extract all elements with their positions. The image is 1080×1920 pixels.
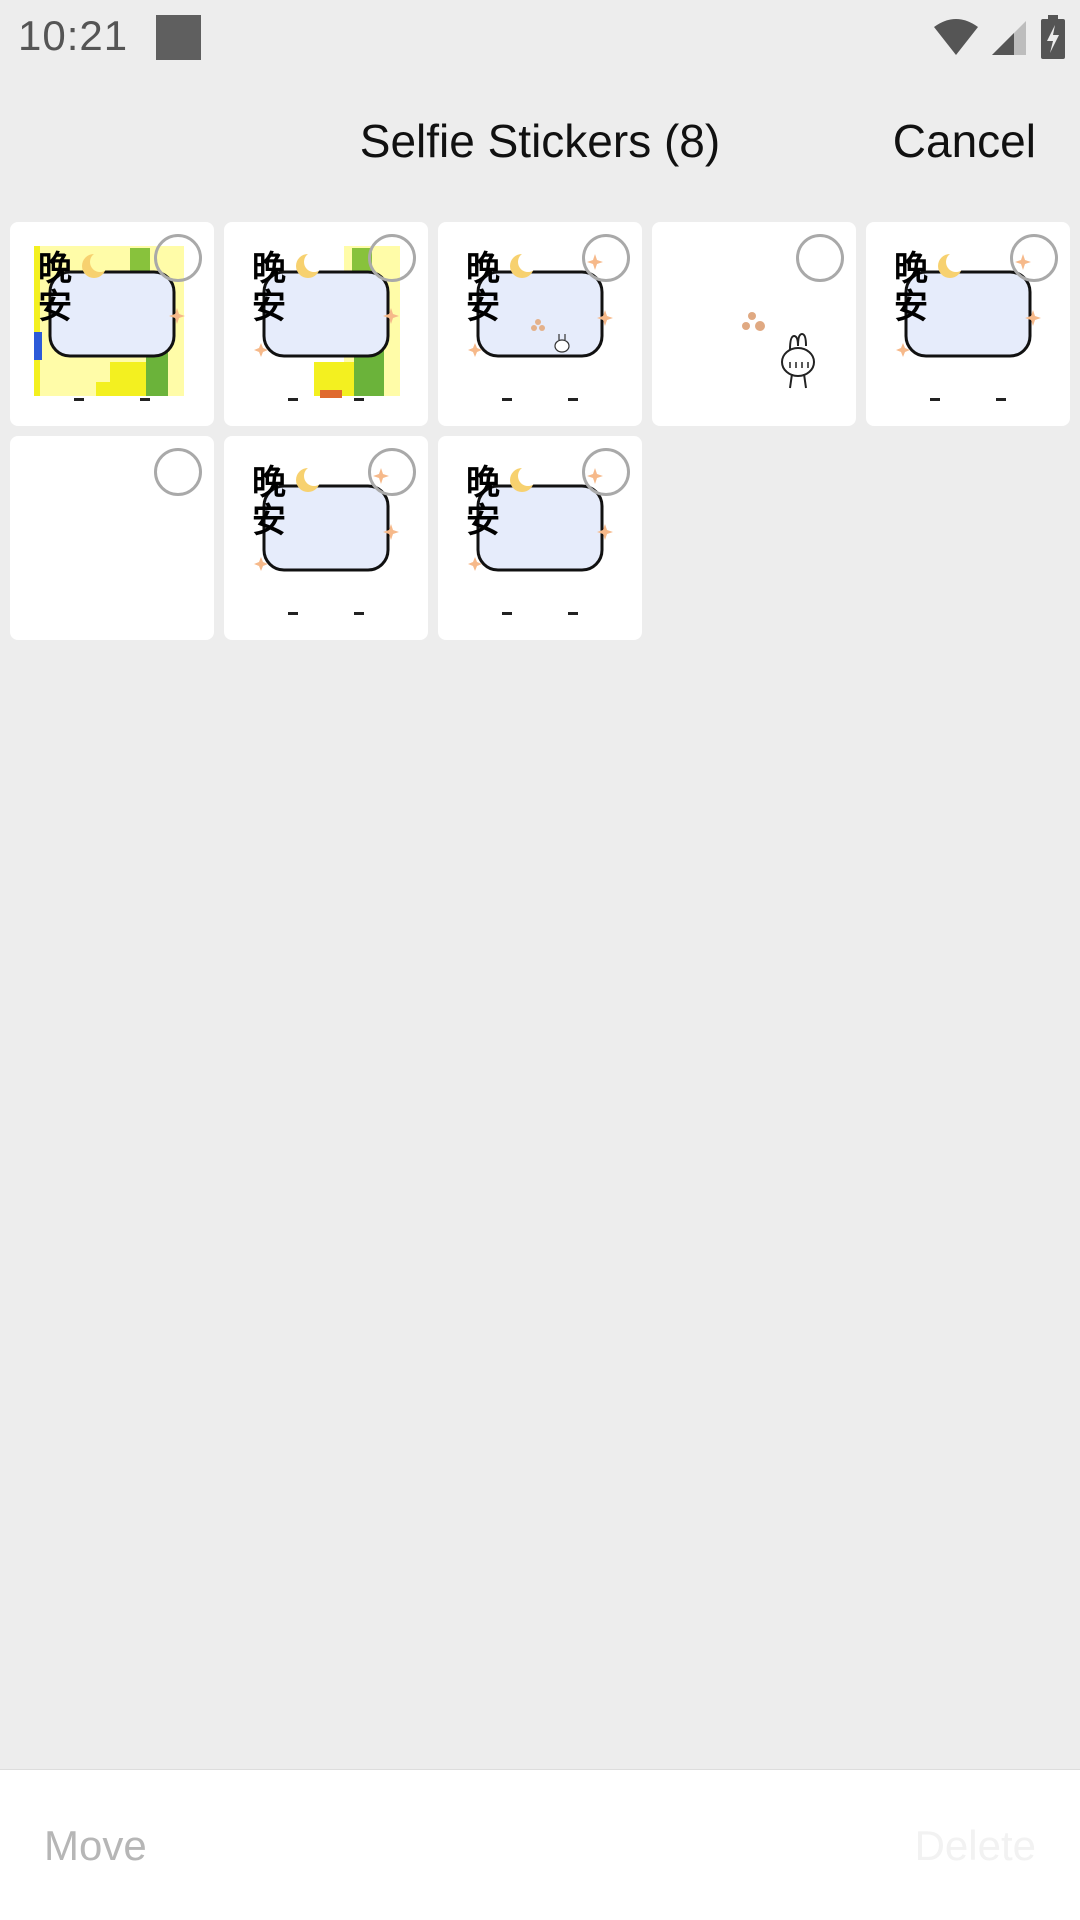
- cancel-button[interactable]: Cancel: [893, 114, 1036, 168]
- select-checkbox[interactable]: [154, 234, 202, 282]
- sticker-caption: 晚安: [466, 463, 500, 541]
- sticker-caption: 晚安: [252, 463, 286, 541]
- sticker-caption: 晚安: [466, 249, 500, 327]
- status-icons: [932, 14, 1066, 60]
- select-checkbox[interactable]: [368, 234, 416, 282]
- select-checkbox[interactable]: [582, 234, 630, 282]
- sticker-tile[interactable]: [10, 436, 214, 640]
- sticker-tile[interactable]: 晚安: [438, 222, 642, 426]
- sticker-tile[interactable]: 晚安: [224, 222, 428, 426]
- sticker-caption: 晚安: [894, 249, 928, 327]
- move-button[interactable]: Move: [44, 1822, 147, 1870]
- sticker-caption: 晚安: [38, 249, 72, 327]
- select-checkbox[interactable]: [582, 448, 630, 496]
- sticker-caption: 晚安: [252, 249, 286, 327]
- sticker-tile[interactable]: [652, 222, 856, 426]
- wifi-icon: [934, 19, 978, 55]
- sticker-manager-screen: 10:21 Selfie Stickers (8) Cancel 晚安 晚安 晚…: [0, 0, 1080, 1920]
- header: Selfie Stickers (8) Cancel: [0, 74, 1080, 210]
- status-time: 10:21: [18, 12, 129, 59]
- select-checkbox[interactable]: [154, 448, 202, 496]
- cellular-signal-icon: [992, 21, 1026, 55]
- battery-charging-icon: [1041, 15, 1065, 59]
- notification-square-icon: [156, 15, 201, 60]
- bottom-action-bar: Move Delete: [0, 1769, 1080, 1920]
- status-bar: 10:21: [0, 0, 1080, 74]
- delete-button[interactable]: Delete: [915, 1822, 1036, 1870]
- select-checkbox[interactable]: [796, 234, 844, 282]
- sticker-tile[interactable]: 晚安: [224, 436, 428, 640]
- select-checkbox[interactable]: [368, 448, 416, 496]
- sticker-grid: 晚安 晚安 晚安 晚安 晚安 晚安: [10, 222, 1070, 640]
- select-checkbox[interactable]: [1010, 234, 1058, 282]
- sticker-tile[interactable]: 晚安: [438, 436, 642, 640]
- sticker-tile[interactable]: 晚安: [10, 222, 214, 426]
- sticker-tile[interactable]: 晚安: [866, 222, 1070, 426]
